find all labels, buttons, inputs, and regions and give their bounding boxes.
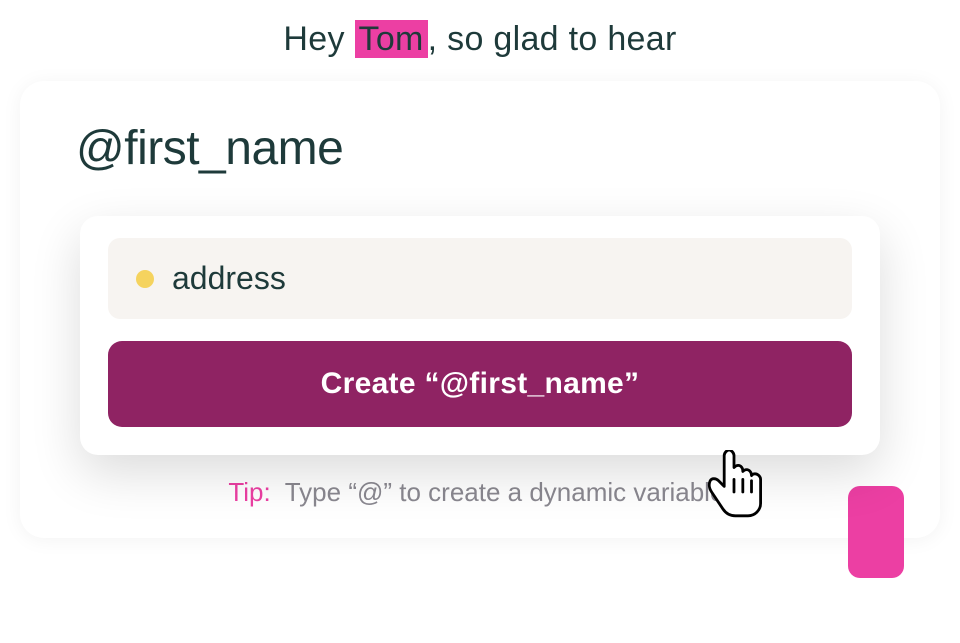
- greeting-before: Hey: [283, 20, 354, 58]
- variable-title: @first_name: [76, 121, 890, 176]
- highlighted-name: Tom: [355, 20, 428, 58]
- tip-label: Tip:: [228, 477, 270, 507]
- accent-block: [848, 486, 904, 578]
- greeting-line: Hey Tom, so glad to hear: [0, 0, 960, 69]
- variable-dropdown: address Create “@first_name”: [80, 216, 880, 455]
- option-label: address: [172, 260, 286, 297]
- main-card: @first_name address Create “@first_name”…: [20, 81, 940, 538]
- option-address[interactable]: address: [108, 238, 852, 319]
- tip-line: Tip: Type “@” to create a dynamic variab…: [70, 477, 890, 508]
- create-variable-button[interactable]: Create “@first_name”: [108, 341, 852, 427]
- option-dot-icon: [136, 270, 154, 288]
- greeting-after: , so glad to hear: [428, 20, 677, 58]
- tip-body: Type “@” to create a dynamic variable.: [271, 477, 732, 507]
